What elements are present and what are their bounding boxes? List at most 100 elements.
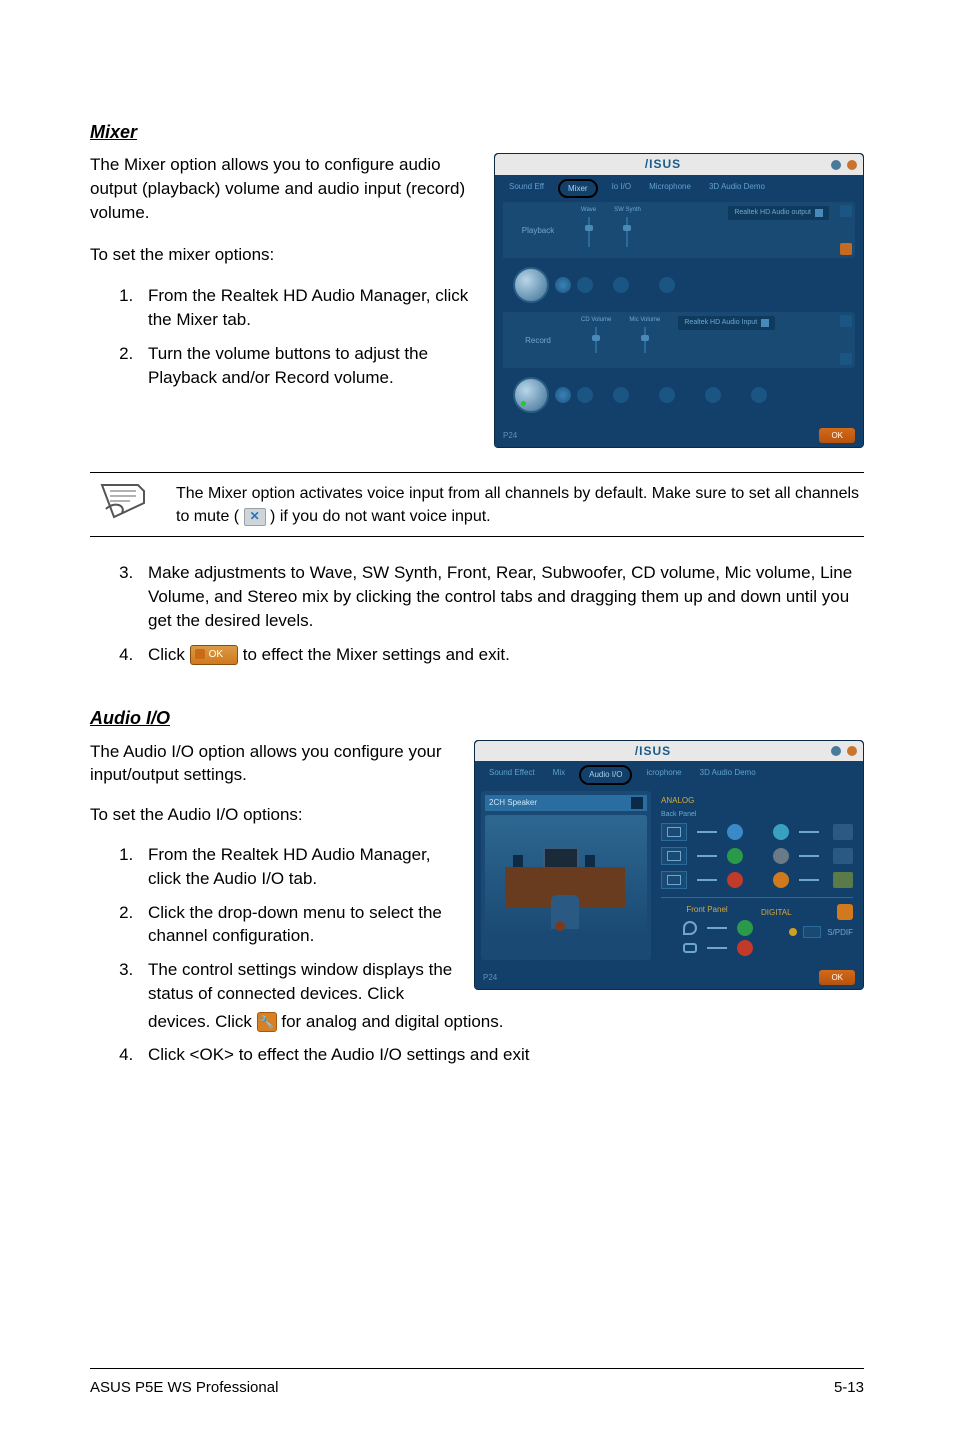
audioio-screenshot: /ISUS Sound Effect Mix Audio I/O icropho… [474,740,864,1016]
audioio-intro: The Audio I/O option allows you configur… [90,740,454,788]
playback-volume-knob[interactable] [513,267,549,303]
note-text-b: ) if you do not want voice input. [270,508,491,525]
jack-rear[interactable] [773,848,789,864]
tab-mixer[interactable]: Mixer [558,179,598,198]
tab-audio-io[interactable]: Audio I/O [579,765,632,784]
playback-balance-icon[interactable] [555,277,571,293]
scroll-down-button[interactable] [840,353,852,365]
wrench-icon: 🔧 [257,1012,277,1032]
front-jack-red[interactable] [737,940,753,956]
tab-3d-audio[interactable]: 3D Audio Demo [696,765,760,784]
jack-center[interactable] [773,872,789,888]
jack-icon [661,823,687,841]
chevron-down-icon [761,319,769,327]
footer-left: ASUS P5E WS Professional [90,1377,278,1398]
spdif-dot-icon [789,928,797,936]
record-device-dropdown[interactable]: Realtek HD Audio Input [678,316,775,330]
slider-cd[interactable] [595,327,597,353]
tab-3d-audio[interactable]: 3D Audio Demo [705,179,769,198]
mixer-step-4: Click OK to effect the Mixer settings an… [138,643,864,667]
audioio-heading: Audio I/O [90,706,864,731]
cd-mute-icon[interactable] [613,387,629,403]
mute-x-icon: ✕ [244,508,266,526]
ok-button[interactable]: OK [819,970,855,985]
stereo-mute-icon[interactable] [751,387,767,403]
tab-io[interactable]: Io I/O [608,179,636,198]
wrench-icon[interactable] [837,904,853,920]
ok-button[interactable]: OK [819,428,855,443]
jack-icon [661,847,687,865]
ok-button-icon: OK [190,645,238,665]
jack-red[interactable] [727,872,743,888]
close-icon[interactable] [847,160,857,170]
device-icon [833,872,853,888]
jack-blue[interactable] [727,824,743,840]
spdif-box-icon [803,926,821,938]
audioio-to-set: To set the Audio I/O options: [90,803,454,827]
mixer-to-set: To set the mixer options: [90,243,474,267]
wave-mute-icon[interactable] [613,277,629,293]
footer-version: P24 [503,430,517,441]
note-icon [100,483,146,519]
col-mic: Mic Volume [629,316,660,324]
mixer-intro: The Mixer option allows you to configure… [90,153,474,224]
tab-sound-effect[interactable]: Sound Effect [485,765,539,784]
line-mute-icon[interactable] [705,387,721,403]
tab-microphone[interactable]: Microphone [645,179,695,198]
tab-sound-effect[interactable]: Sound Eff [505,179,548,198]
playback-label: Playback [503,202,573,258]
footer-version: P24 [483,972,497,983]
record-label: Record [503,312,573,368]
spdif-label: S/PDIF [827,927,853,938]
col-cd: CD Volume [581,316,611,324]
mic-mute-icon[interactable] [659,387,675,403]
mixer-step-1: From the Realtek HD Audio Manager, click… [138,284,474,332]
mixer-step-3: Make adjustments to Wave, SW Synth, Fron… [138,561,864,632]
note-box: The Mixer option activates voice input f… [90,472,864,537]
jack-icon [661,871,687,889]
playback-mute-icon[interactable] [577,277,593,293]
audioio-step-2: Click the drop-down menu to select the c… [138,901,454,949]
asus-logo: /ISUS [481,743,825,760]
mixer-step-2: Turn the volume buttons to adjust the Pl… [138,342,474,390]
front-jack-green[interactable] [737,920,753,936]
channel-config-dropdown[interactable]: 2CH Speaker [485,795,647,811]
device-icon [833,848,853,864]
mixer-screenshot: /ISUS Sound Eff Mixer Io I/O Microphone … [494,153,864,448]
scroll-up-button[interactable] [840,205,852,217]
chevron-down-icon [631,797,643,809]
slider-mic[interactable] [644,327,646,353]
col-wave: Wave [581,206,596,214]
record-balance-icon[interactable] [555,387,571,403]
audioio-step-4: Click <OK> to effect the Audio I/O setti… [138,1043,864,1067]
minimize-icon[interactable] [831,746,841,756]
scroll-up-button[interactable] [840,315,852,327]
minimize-icon[interactable] [831,160,841,170]
device-icon [833,824,853,840]
close-icon[interactable] [847,746,857,756]
audioio-step-3: The control settings window displays the… [138,958,454,1006]
analog-label: ANALOG [661,795,853,806]
playback-device-dropdown[interactable]: Realtek HD Audio output [728,206,829,220]
record-mute-icon[interactable] [577,387,593,403]
audioio-step-1: From the Realtek HD Audio Manager, click… [138,843,454,891]
asus-logo: /ISUS [501,156,825,173]
front-panel-label: Front Panel [661,904,753,915]
mixer-heading: Mixer [90,120,864,145]
slider-wave[interactable] [588,217,590,247]
swsynth-mute-icon[interactable] [659,277,675,293]
tab-microphone[interactable]: icrophone [642,765,685,784]
jack-side[interactable] [773,824,789,840]
chevron-down-icon [815,209,823,217]
page-footer: ASUS P5E WS Professional 5-13 [90,1368,864,1398]
slider-swsynth[interactable] [626,217,628,247]
digital-label: DIGITAL [761,907,792,918]
back-panel-label: Back Panel [661,810,853,820]
record-volume-knob[interactable] [513,377,549,413]
tab-mixer[interactable]: Mix [549,765,569,784]
col-swsynth: SW Synth [614,206,641,214]
jack-green[interactable] [727,848,743,864]
audioio-step3-b: for analog and digital options. [281,1012,503,1031]
scroll-down-button[interactable] [840,243,852,255]
speaker-layout-illustration [485,815,647,935]
